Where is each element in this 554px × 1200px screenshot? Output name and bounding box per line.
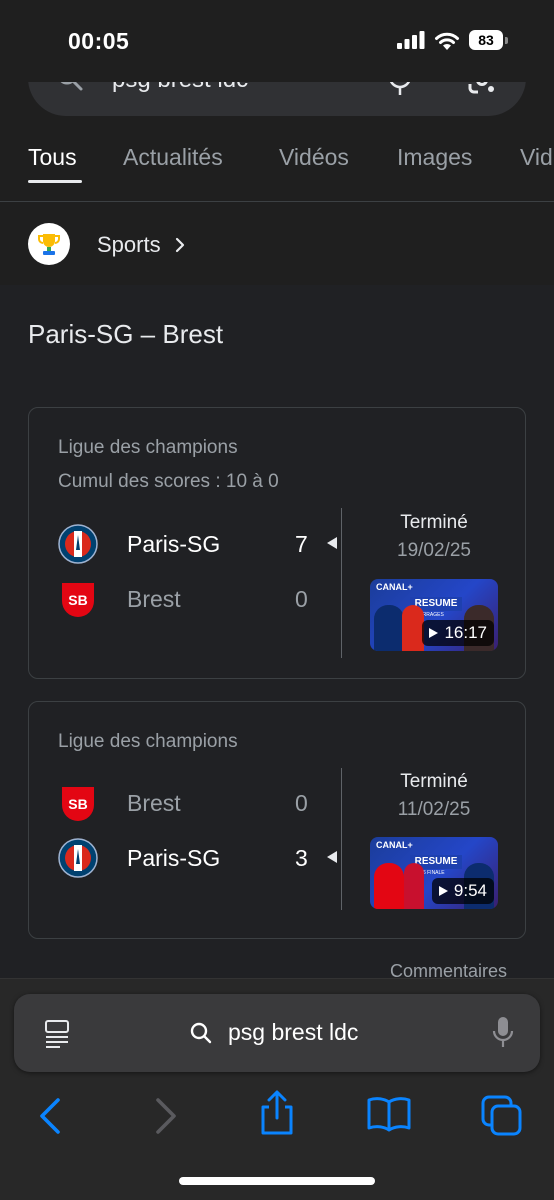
status-bar: 00:05 83 — [0, 0, 554, 82]
card-divider — [341, 768, 342, 910]
chevron-right-icon — [175, 237, 185, 253]
match-card[interactable]: Ligue des champions Cumul des scores : 1… — [28, 407, 526, 679]
sports-link[interactable]: Sports — [0, 203, 554, 285]
league-name: Ligue des champions — [58, 731, 238, 752]
sports-label: Sports — [97, 232, 161, 257]
team-score: 0 — [295, 586, 308, 612]
player-image — [374, 863, 404, 909]
player-image — [402, 605, 424, 651]
home-indicator[interactable] — [179, 1177, 375, 1185]
psg-logo-icon — [58, 838, 98, 878]
back-arrow-icon[interactable] — [36, 1096, 64, 1136]
video-duration-badge: 9:54 — [431, 878, 494, 904]
battery-tip — [505, 36, 508, 44]
tab-images[interactable]: Images — [397, 144, 472, 171]
microphone-icon[interactable] — [492, 1016, 514, 1050]
highlights-video-thumbnail[interactable]: CANAL+ RESUME 1/16 FINALE 9:54 — [370, 837, 498, 909]
share-icon[interactable] — [259, 1090, 295, 1136]
tab-tous[interactable]: Tous — [28, 144, 77, 171]
tab-videos-courtes[interactable]: Vid — [520, 144, 553, 171]
wifi-icon — [435, 32, 459, 50]
tab-actualites[interactable]: Actualités — [123, 144, 223, 171]
play-icon — [429, 628, 439, 638]
play-icon — [438, 886, 448, 896]
tabs-overview-icon[interactable] — [480, 1094, 524, 1136]
team-score: 0 — [295, 790, 308, 816]
team-name: Brest — [127, 790, 181, 816]
forward-arrow-icon[interactable] — [152, 1096, 180, 1136]
address-bar[interactable]: psg brest ldc — [14, 994, 540, 1072]
bookmarks-book-icon[interactable] — [366, 1096, 412, 1132]
video-duration: 16:17 — [444, 623, 487, 642]
match-date: 11/02/25 — [397, 799, 471, 820]
brest-logo-icon: SB — [62, 583, 94, 617]
player-image — [404, 863, 424, 909]
channel-logo: CANAL+ — [376, 840, 413, 850]
team-name: Paris-SG — [127, 531, 221, 557]
search-tabs: Tous Actualités Vidéos Images Vid — [0, 130, 554, 202]
svg-text:SB: SB — [68, 796, 87, 812]
highlights-video-thumbnail[interactable]: CANAL+ RESUME BARRAGES 16:17 — [370, 579, 498, 651]
trophy-icon — [28, 223, 70, 265]
player-image — [374, 605, 404, 651]
magnifier-icon — [190, 1022, 212, 1044]
card-divider — [341, 508, 342, 658]
sports-results-panel: Paris-SG – Brest Ligue des champions Cum… — [0, 285, 554, 1085]
battery-level: 83 — [469, 30, 503, 50]
team-score: 7 — [295, 531, 308, 557]
status-icons: 83 — [397, 30, 508, 50]
video-duration: 9:54 — [453, 881, 487, 900]
team-name: Brest — [127, 586, 181, 612]
winner-indicator-icon — [327, 851, 337, 863]
tab-active-underline — [28, 180, 82, 183]
channel-logo: CANAL+ — [376, 582, 413, 592]
svg-text:SB: SB — [68, 592, 87, 608]
match-status: Terminé — [400, 512, 468, 533]
cellular-signal-icon — [397, 31, 425, 49]
tab-videos[interactable]: Vidéos — [279, 144, 349, 171]
winner-indicator-icon — [327, 537, 337, 549]
address-text[interactable]: psg brest ldc — [228, 1019, 358, 1046]
match-date: 19/02/25 — [397, 540, 471, 561]
aggregate-score: Cumul des scores : 10 à 0 — [58, 471, 279, 492]
match-heading: Paris-SG – Brest — [28, 319, 224, 349]
psg-logo-icon — [58, 524, 98, 564]
league-name: Ligue des champions — [58, 437, 238, 458]
browser-bottom-bar: psg brest ldc — [0, 978, 554, 1200]
reader-mode-icon[interactable] — [42, 1018, 72, 1048]
match-status: Terminé — [400, 771, 468, 792]
status-time: 00:05 — [68, 28, 130, 54]
match-card[interactable]: Ligue des champions SB Brest 0 Paris-SG … — [28, 701, 526, 939]
team-name: Paris-SG — [127, 845, 221, 871]
video-duration-badge: 16:17 — [422, 620, 494, 646]
battery-indicator: 83 — [469, 30, 508, 50]
team-score: 3 — [295, 845, 308, 871]
brest-logo-icon: SB — [62, 787, 94, 821]
